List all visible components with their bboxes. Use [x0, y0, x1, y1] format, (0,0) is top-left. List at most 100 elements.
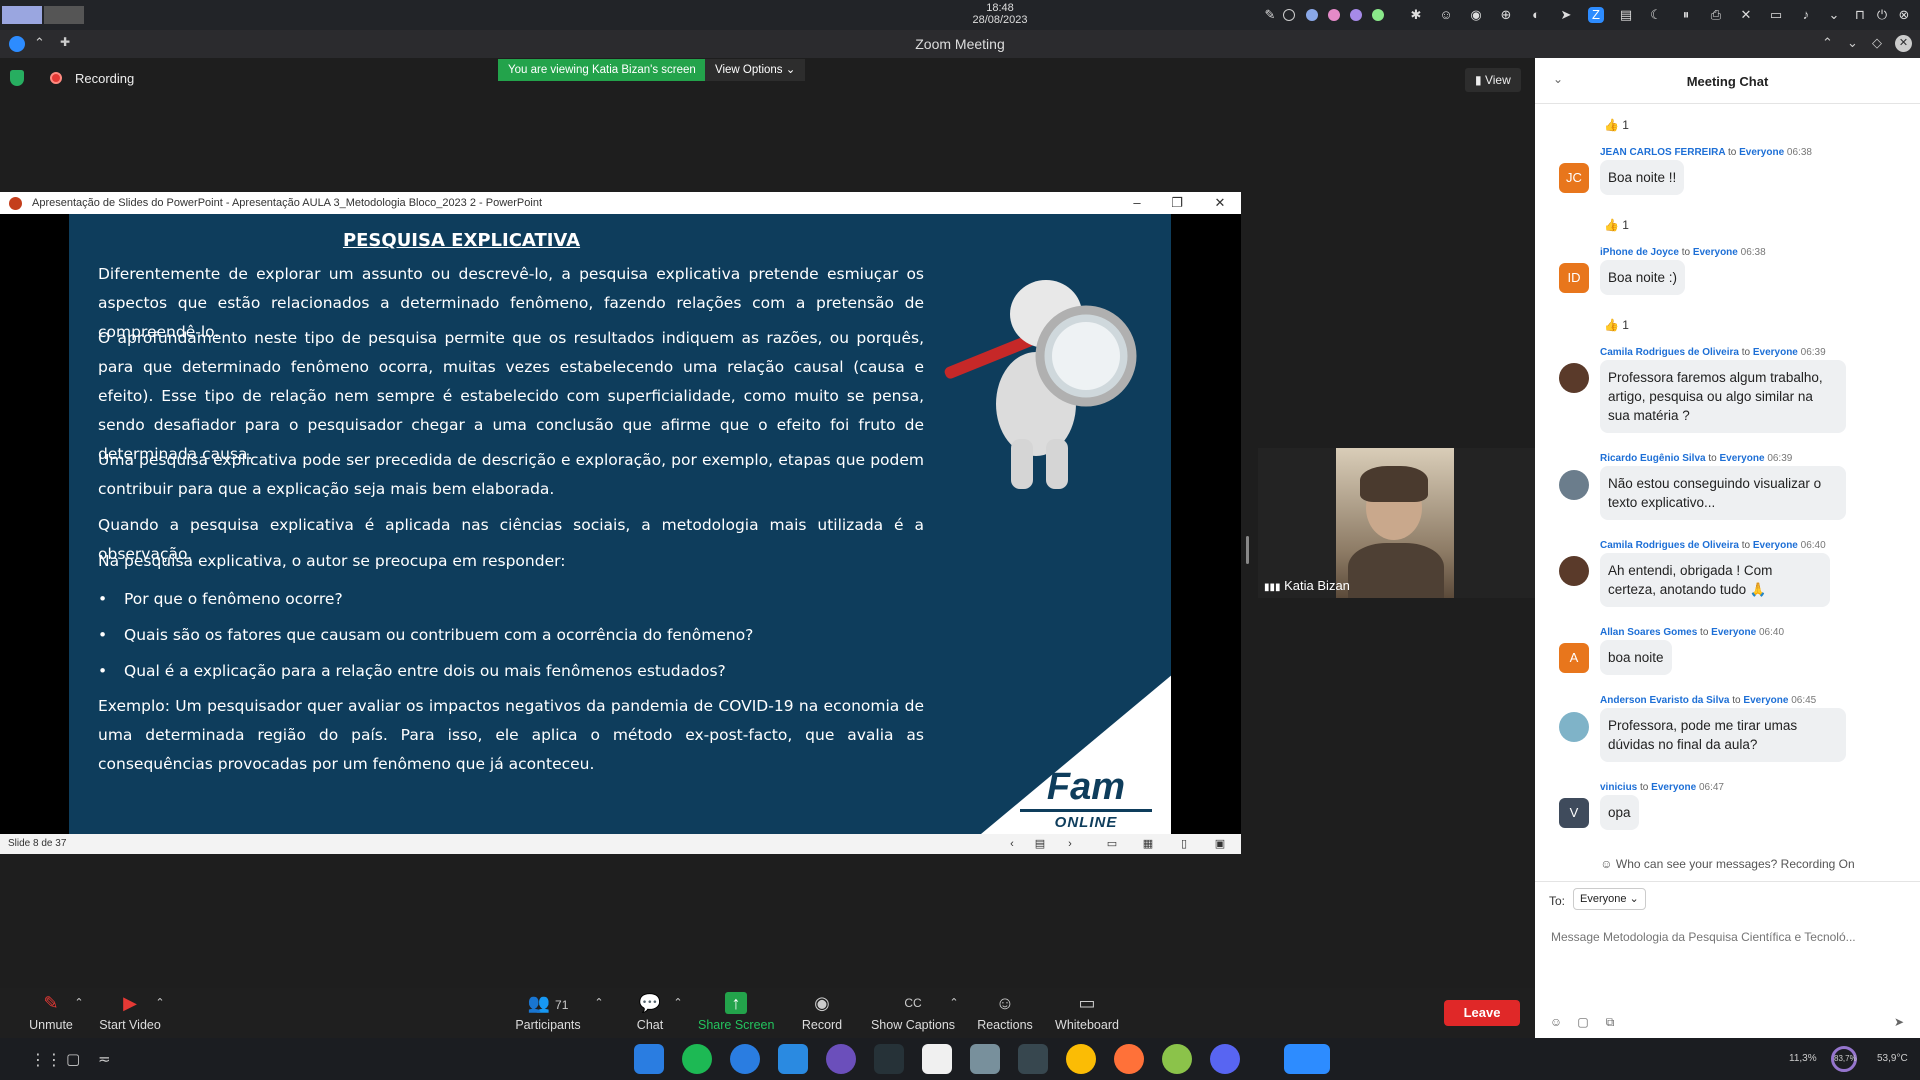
app-green-icon[interactable] [1162, 1044, 1192, 1074]
chevron-up-icon[interactable]: ⌃ [1822, 35, 1833, 51]
maximize-icon[interactable]: ◇ [1872, 35, 1882, 51]
app-grid-icon[interactable]: ⋮⋮ [30, 1050, 62, 1070]
vscode-icon[interactable] [778, 1044, 808, 1074]
message-input[interactable] [1551, 930, 1911, 944]
share-screen-button[interactable]: ↑ Share Screen [698, 988, 774, 1038]
reaction-chip[interactable]: 👍 1 [1604, 118, 1629, 132]
books-icon[interactable] [922, 1044, 952, 1074]
circle-icon[interactable] [1283, 9, 1295, 21]
user-icon[interactable]: ☺ [1438, 7, 1454, 23]
close-session-icon[interactable]: ⊗ [1896, 7, 1912, 23]
view-options-button[interactable]: View Options ⌄ [705, 59, 806, 81]
ppt-restore-icon[interactable]: ❐ [1157, 192, 1197, 214]
clipboard-icon[interactable]: ▤ [1618, 7, 1634, 23]
avatar[interactable]: V [1559, 798, 1589, 828]
avatar[interactable] [1559, 470, 1589, 500]
terminal-app-icon[interactable] [874, 1044, 904, 1074]
file-icon[interactable]: ▢ [1576, 1015, 1590, 1029]
steam-icon[interactable]: ◐ [1528, 7, 1544, 23]
avatar[interactable]: ID [1559, 263, 1589, 293]
chat-button[interactable]: 💬 Chat [630, 988, 670, 1038]
panel-splitter[interactable] [1246, 536, 1249, 564]
zoom-tray-icon[interactable]: Z [1588, 7, 1604, 23]
chat-options-button[interactable]: ⌃ [671, 988, 685, 1038]
volume-icon[interactable]: ♪ [1798, 7, 1814, 23]
emoji-icon[interactable]: ☺ [1549, 1015, 1563, 1029]
discord-tray-icon[interactable]: ◉ [1468, 7, 1484, 23]
captions-options-button[interactable]: ⌃ [947, 988, 961, 1038]
audio-options-button[interactable]: ⌃ [72, 988, 86, 1038]
color-dot-blue-icon[interactable] [1306, 9, 1318, 21]
message-sender: JEAN CARLOS FERREIRA to Everyone 06:38 [1600, 147, 1812, 158]
participants-button[interactable]: 👥 71 Participants [512, 988, 584, 1038]
message-time: 06:40 [1758, 627, 1785, 638]
system-clock[interactable]: 18:48 28/08/2023 [920, 2, 1080, 26]
reaction-chip[interactable]: 👍 1 [1604, 318, 1629, 332]
display-icon[interactable]: ▭ [1768, 7, 1784, 23]
recipient-select[interactable]: Everyone ⌄ [1573, 888, 1646, 910]
slide-menu-icon[interactable]: ▤ [1034, 838, 1046, 850]
vpn-icon[interactable]: ⊕ [1498, 7, 1514, 23]
color-dot-purple-icon[interactable] [1350, 9, 1362, 21]
browser-app-icon[interactable] [730, 1044, 760, 1074]
discord-icon[interactable] [1210, 1044, 1240, 1074]
spotify-icon[interactable] [682, 1044, 712, 1074]
avatar[interactable]: A [1559, 643, 1589, 673]
pen-icon[interactable]: ✎ [1262, 7, 1278, 23]
screenshot-icon[interactable]: ⧉ [1603, 1015, 1617, 1029]
night-light-icon[interactable]: ☾ [1648, 7, 1664, 23]
powerpoint-status-bar: Slide 8 de 37 [0, 834, 1241, 854]
avatar[interactable] [1559, 712, 1589, 742]
whiteboard-button[interactable]: ▭ Whiteboard [1053, 988, 1121, 1038]
slideshow-icon[interactable]: ▣ [1214, 838, 1226, 850]
ppt-minimize-icon[interactable]: – [1117, 192, 1157, 214]
media-pause-icon[interactable]: ⏸ [1678, 7, 1694, 23]
close-icon[interactable]: ✕ [1895, 35, 1912, 52]
obsidian-icon[interactable] [826, 1044, 856, 1074]
send-icon[interactable]: ➤ [1892, 1015, 1906, 1029]
view-button[interactable]: ▮ View [1465, 68, 1521, 92]
color-dot-pink-icon[interactable] [1328, 9, 1340, 21]
pin-icon[interactable]: ✚ [60, 35, 70, 49]
console-icon[interactable] [1018, 1044, 1048, 1074]
avatar[interactable] [1559, 556, 1589, 586]
notification-icon[interactable]: ✱ [1408, 7, 1424, 23]
leave-button[interactable]: Leave [1444, 1000, 1520, 1026]
workspace-1[interactable] [2, 6, 42, 24]
color-dot-green-icon[interactable] [1372, 9, 1384, 21]
avatar[interactable] [1559, 363, 1589, 393]
reading-view-icon[interactable]: ▯ [1178, 838, 1190, 850]
unmute-button[interactable]: ✎ Unmute [26, 988, 76, 1038]
lock-icon[interactable]: ⊓ [1852, 7, 1868, 23]
chevron-down-icon[interactable]: ⌄ [1826, 7, 1842, 23]
record-button[interactable]: ◉ Record [798, 988, 846, 1038]
minimize-icon[interactable]: ⌄ [1847, 35, 1858, 51]
speaker-video-tile[interactable]: ▮▮▮ Katia Bizan [1258, 448, 1535, 598]
files-icon[interactable] [970, 1044, 1000, 1074]
show-captions-button[interactable]: CC Show Captions [869, 988, 957, 1038]
store-app-icon[interactable] [634, 1044, 664, 1074]
previous-slide-icon[interactable]: ‹ [1006, 838, 1018, 850]
normal-view-icon[interactable]: ▭ [1106, 838, 1118, 850]
microphone-off-icon[interactable]: ✕ [1738, 7, 1754, 23]
ppt-close-icon[interactable]: ✕ [1200, 192, 1240, 214]
reactions-button[interactable]: ☺ Reactions [976, 988, 1034, 1038]
message-privacy-notice[interactable]: ☺ Who can see your messages? Recording O… [1535, 857, 1920, 871]
send-icon[interactable]: ➤ [1558, 7, 1574, 23]
zoom-taskbar-icon[interactable] [1284, 1044, 1330, 1074]
security-shield-icon[interactable] [10, 70, 24, 86]
participants-options-button[interactable]: ⌃ [592, 988, 606, 1038]
printer-icon[interactable]: ⎙ [1708, 7, 1724, 23]
clipboard-history-icon[interactable]: ≂ [98, 1050, 111, 1068]
power-icon[interactable]: ⏻ [1874, 7, 1890, 23]
next-slide-icon[interactable]: › [1064, 838, 1076, 850]
slide-sorter-icon[interactable]: ▦ [1142, 838, 1154, 850]
workspace-2[interactable] [44, 6, 84, 24]
firefox-icon[interactable] [1114, 1044, 1144, 1074]
chrome-icon[interactable] [1066, 1044, 1096, 1074]
avatar[interactable]: JC [1559, 163, 1589, 193]
video-options-button[interactable]: ⌃ [153, 988, 167, 1038]
overview-icon[interactable]: ▢ [66, 1050, 80, 1068]
reaction-chip[interactable]: 👍 1 [1604, 218, 1629, 232]
keep-above-icon[interactable]: ⌃ [34, 35, 45, 51]
